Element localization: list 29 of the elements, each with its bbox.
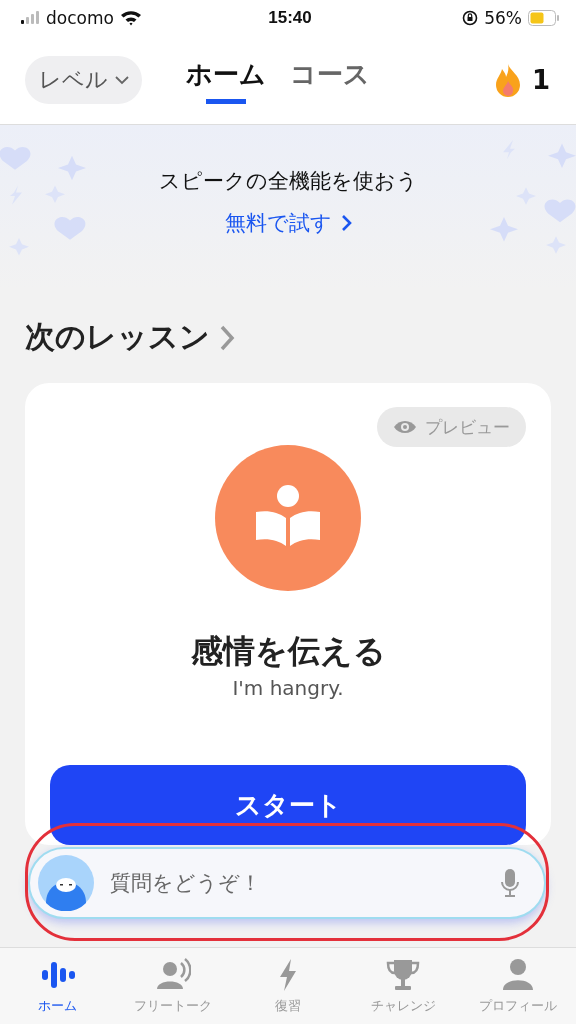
tab-bar-item[interactable]: プロフィール (460, 948, 576, 1024)
trophy-icon (385, 957, 422, 993)
start-button[interactable]: スタート (50, 765, 526, 845)
tab-bar-item[interactable]: ホーム (0, 948, 116, 1024)
streak-count: 1 (531, 65, 550, 95)
rotation-lock-icon (462, 10, 479, 26)
reading-person-icon (214, 444, 362, 592)
flame-icon (493, 63, 522, 97)
free-trial-link[interactable]: 無料で試す (224, 209, 352, 237)
battery-icon (528, 10, 560, 26)
eye-icon (393, 419, 417, 435)
next-lesson-link[interactable]: 次のレッスン (25, 317, 236, 358)
microphone-icon[interactable] (500, 868, 520, 898)
question-field[interactable]: 質問をどうぞ！ (28, 847, 546, 919)
lesson-title: 感情を伝える (190, 631, 386, 672)
chevron-right-icon (339, 214, 352, 232)
banner-title: スピークの全機能を使おう (158, 168, 418, 195)
wifi-icon (119, 10, 142, 26)
clock-time: 15:40 (268, 8, 312, 28)
header-tab[interactable]: コース (290, 51, 370, 109)
level-dropdown[interactable]: レベル (25, 56, 142, 104)
battery-percent: 56% (484, 8, 522, 28)
chevron-down-icon (114, 75, 130, 85)
lesson-subtitle: I'm hangry. (232, 676, 344, 700)
chevron-right-icon (218, 323, 236, 352)
robot-avatar-icon (38, 855, 94, 911)
signal-icon (20, 11, 40, 25)
carrier-name: docomo (46, 8, 114, 28)
question-input-field[interactable]: 質問をどうぞ！ (108, 870, 486, 896)
